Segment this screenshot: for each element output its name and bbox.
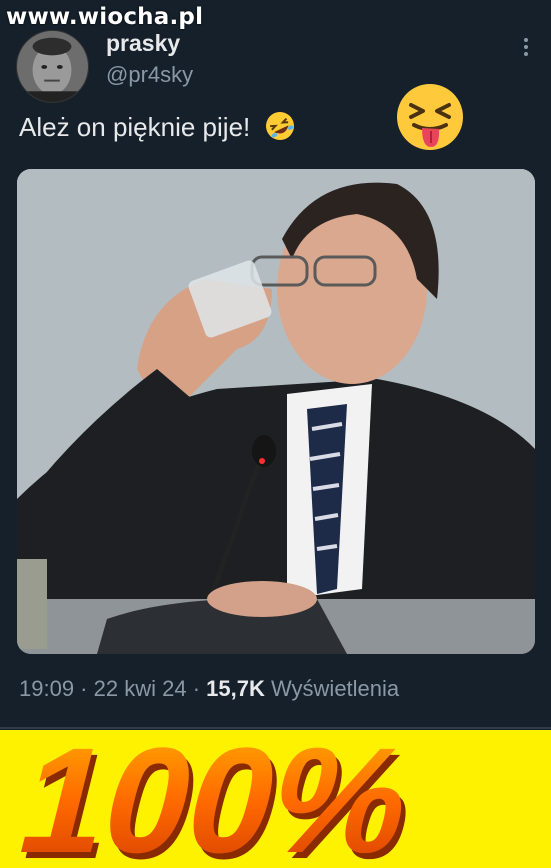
- user-handle[interactable]: @pr4sky: [106, 62, 193, 88]
- rolling-laughing-emoji-icon: [264, 110, 296, 149]
- tweet-meta: 19:09 · 22 kwi 24 · 15,7K Wyświetlenia: [19, 676, 399, 702]
- tongue-face-emoji-icon: [394, 81, 466, 158]
- avatar[interactable]: [16, 30, 89, 103]
- more-options-icon[interactable]: [523, 38, 529, 58]
- banner-text: 100%: [3, 730, 428, 868]
- views-count: 15,7K: [206, 676, 265, 701]
- hundred-percent-banner: 100% 100%: [0, 730, 551, 868]
- tweet-time[interactable]: 19:09: [19, 676, 74, 701]
- display-name[interactable]: prasky: [106, 30, 180, 57]
- tweet-text: Ależ on pięknie pije!: [19, 110, 296, 149]
- views-label: Wyświetlenia: [264, 676, 400, 701]
- tweet-text-content: Ależ on pięknie pije!: [19, 112, 251, 142]
- tweet-media-image[interactable]: [17, 169, 535, 654]
- meta-separator: ·: [74, 676, 94, 701]
- divider: [0, 727, 551, 729]
- meta-separator: ·: [186, 676, 207, 701]
- tweet-date[interactable]: 22 kwi 24: [94, 676, 187, 701]
- watermark: www.wiocha.pl: [6, 4, 204, 30]
